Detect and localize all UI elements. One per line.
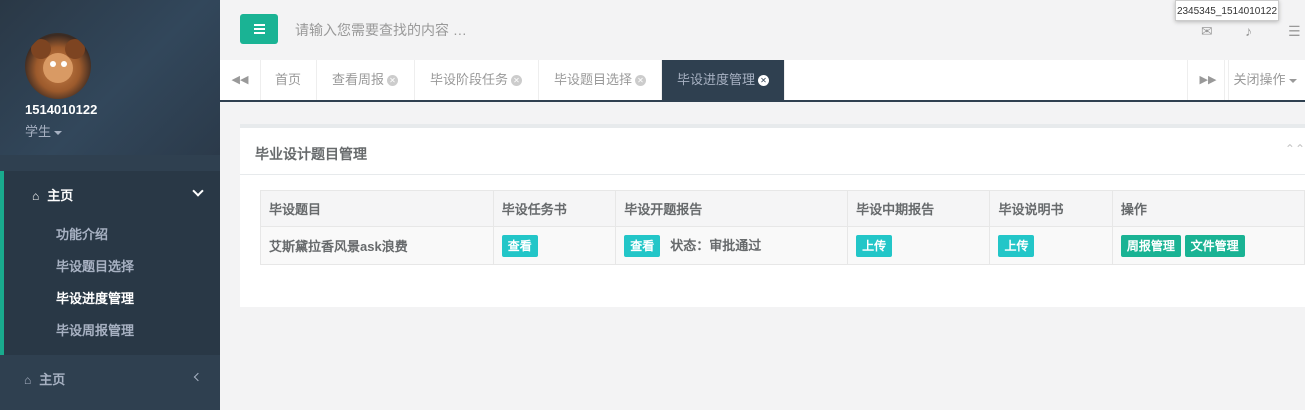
top-bar: ✉ ♪ ☰ <box>220 0 1305 60</box>
collapse-icon[interactable]: ⌃⌃ <box>1285 142 1305 156</box>
nav-home-secondary[interactable]: ⌂ 主页 <box>24 369 65 388</box>
tab-weekly-report[interactable]: 查看周报 ✕ <box>317 60 415 100</box>
view-task-button[interactable]: 查看 <box>501 234 538 257</box>
table-header-row: 毕设题目 毕设任务书 毕设开题报告 毕设中期报告 毕设说明书 操作 <box>260 190 1305 227</box>
nav-home-toggle[interactable]: ⌂ 主页 <box>32 185 73 204</box>
profile-panel: 1514010122 学生 <box>0 0 220 155</box>
proposal-status: 状态：审批通过 <box>670 237 762 253</box>
tab-topic-select[interactable]: 毕设题目选择 ✕ <box>539 60 662 100</box>
avatar[interactable] <box>25 33 91 99</box>
tab-scroll-left-button[interactable]: ◀◀ <box>220 60 261 100</box>
forward-icon: ▶▶ <box>1199 74 1217 86</box>
topic-table: 毕设题目 毕设任务书 毕设开题报告 毕设中期报告 毕设说明书 操作 艾斯黛拉香风… <box>260 190 1305 265</box>
tab-label: 首页 <box>275 72 302 87</box>
topic-management-panel: 毕业设计题目管理 ⌃⌃ 毕设题目 毕设任务书 毕设开题报告 毕设中期报告 毕设说… <box>240 124 1305 307</box>
col-proposal: 毕设开题报告 <box>615 190 849 227</box>
col-actions: 操作 <box>1111 190 1305 227</box>
tab-stage-tasks[interactable]: 毕设阶段任务 ✕ <box>415 60 539 100</box>
upload-spec-button[interactable]: 上传 <box>998 234 1035 257</box>
sidebar: 1514010122 学生 ⌂ 主页 功能介绍 毕设题目选择 毕设进度管理 毕设周… <box>0 0 220 410</box>
col-topic: 毕设题目 <box>260 190 494 227</box>
topic-cell: 艾斯黛拉香风景ask浪费 <box>260 226 494 265</box>
panel-title: 毕业设计题目管理 <box>255 146 367 162</box>
backward-icon: ◀◀ <box>231 74 249 86</box>
nav-item-progress[interactable]: 毕设进度管理 <box>56 288 134 307</box>
nav-home-label: 主页 <box>47 188 74 203</box>
tab-progress[interactable]: 毕设进度管理 ✕ <box>662 60 785 100</box>
tab-scroll-right-button[interactable]: ▶▶ <box>1187 60 1229 100</box>
close-icon[interactable]: ✕ <box>511 75 523 87</box>
close-operations-dropdown[interactable]: 关闭操作 <box>1224 60 1305 100</box>
nav-item-weekly[interactable]: 毕设周报管理 <box>56 320 134 339</box>
user-role-dropdown[interactable]: 学生 <box>25 121 63 140</box>
nav-home-secondary-label: 主页 <box>39 372 66 387</box>
bell-icon[interactable]: ♪ <box>1245 23 1252 39</box>
menu-icon-line <box>254 32 265 34</box>
close-operations-label: 关闭操作 <box>1233 72 1286 87</box>
weekly-management-button[interactable]: 周报管理 <box>1120 234 1181 257</box>
settings-icon[interactable]: ☰ <box>1288 23 1301 40</box>
divider <box>240 174 1305 175</box>
file-management-button[interactable]: 文件管理 <box>1184 234 1245 257</box>
username: 1514010122 <box>25 102 98 117</box>
avatar-eye-left <box>50 61 56 67</box>
menu-toggle-button[interactable] <box>240 14 278 44</box>
task-cell: 查看 <box>492 226 617 265</box>
search-input[interactable] <box>285 18 705 42</box>
midterm-cell: 上传 <box>847 226 991 265</box>
actions-cell: 周报管理 文件管理 <box>1111 226 1305 265</box>
tooltip: 2345345_1514010122 <box>1175 0 1279 21</box>
menu-icon-line <box>254 24 265 26</box>
tab-home[interactable]: 首页 <box>260 60 317 100</box>
home-icon: ⌂ <box>24 373 32 387</box>
caret-down-icon <box>1288 78 1297 83</box>
menu-icon-line <box>254 28 265 30</box>
home-icon: ⌂ <box>32 189 40 203</box>
avatar-face <box>43 53 73 83</box>
close-icon[interactable]: ✕ <box>758 75 770 87</box>
table-row: 艾斯黛拉香风景ask浪费 查看 查看 状态：审批通过 上传 上传 周报管理 文件管… <box>260 226 1305 265</box>
tab-label: 毕设进度管理 <box>677 72 756 87</box>
tab-label: 毕设阶段任务 <box>430 72 509 87</box>
close-icon[interactable]: ✕ <box>635 75 647 87</box>
col-spec: 毕设说明书 <box>989 190 1113 227</box>
view-proposal-button[interactable]: 查看 <box>624 234 661 257</box>
mail-icon[interactable]: ✉ <box>1201 23 1213 40</box>
col-midterm: 毕设中期报告 <box>847 190 991 227</box>
spec-cell: 上传 <box>989 226 1113 265</box>
chevron-down-icon <box>192 185 204 197</box>
upload-midterm-button[interactable]: 上传 <box>856 234 893 257</box>
tab-bar: ◀◀ 首页 查看周报 ✕ 毕设阶段任务 ✕ 毕设题目选择 ✕ 毕设进度管理 ✕ ▶▶ 关… <box>220 60 1305 102</box>
caret-down-icon <box>54 130 63 135</box>
proposal-cell: 查看 状态：审批通过 <box>615 226 849 265</box>
avatar-eye-right <box>61 61 67 67</box>
tab-label: 毕设题目选择 <box>554 72 633 87</box>
tab-label: 查看周报 <box>332 72 385 87</box>
chevron-left-icon <box>193 372 203 382</box>
nav-item-intro[interactable]: 功能介绍 <box>56 224 108 243</box>
user-role-label: 学生 <box>25 124 52 139</box>
nav-group-home: ⌂ 主页 功能介绍 毕设题目选择 毕设进度管理 毕设周报管理 <box>0 171 220 355</box>
close-icon[interactable]: ✕ <box>387 75 399 87</box>
nav-item-topic-select[interactable]: 毕设题目选择 <box>56 256 134 275</box>
col-task-book: 毕设任务书 <box>492 190 617 227</box>
